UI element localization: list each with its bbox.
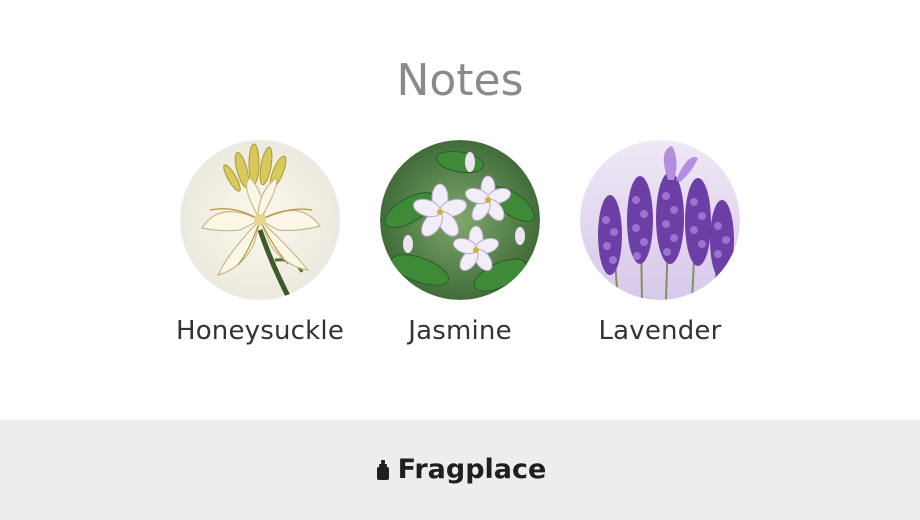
notes-list: Honeysuckle Jasmine Lavender: [0, 140, 920, 360]
note-label: Lavender: [598, 316, 722, 346]
honeysuckle-flower-image: [180, 140, 340, 300]
jasmine-flower-image: [380, 140, 540, 300]
brand-name: Fragplace: [397, 454, 547, 485]
note-label: Honeysuckle: [175, 316, 345, 346]
perfume-bottle-icon: [376, 460, 389, 480]
footer: Fragplace: [0, 420, 920, 520]
note-item-jasmine[interactable]: Jasmine: [360, 140, 560, 348]
note-item-lavender[interactable]: Lavender: [560, 140, 760, 348]
brand[interactable]: Fragplace: [0, 452, 920, 491]
lavender-flower-image: [580, 140, 740, 300]
page-title: Notes: [396, 55, 524, 106]
note-label: Jasmine: [408, 316, 512, 346]
note-item-honeysuckle[interactable]: Honeysuckle: [160, 140, 360, 348]
